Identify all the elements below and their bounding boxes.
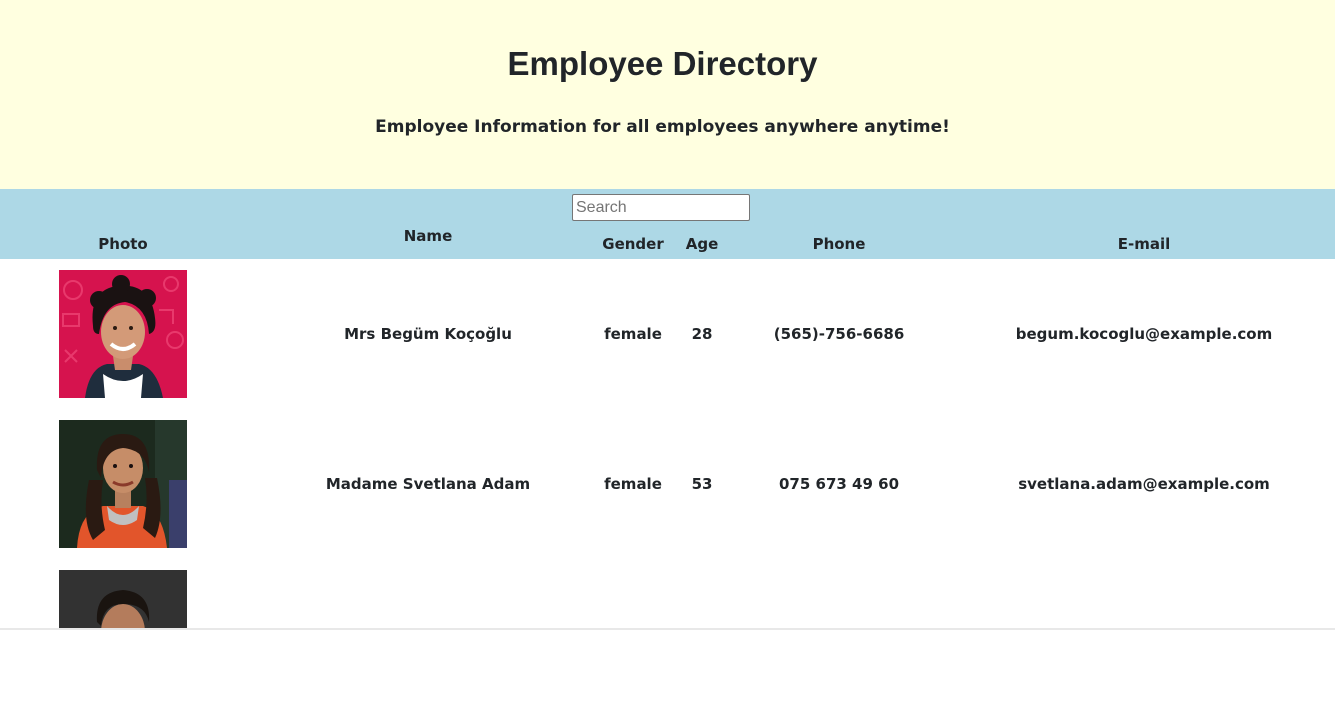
table-row: Mrs Begüm Koçoğlu female 28 (565)-756-66… [0,259,1335,409]
employee-email: svetlana.adam@example.com [1018,475,1270,493]
employee-photo [59,420,187,548]
column-header-photo[interactable]: Photo [98,235,147,253]
table-row [0,559,1335,709]
employee-age: 53 [691,475,713,493]
column-header-name[interactable]: Name [404,227,452,245]
page-subtitle: Employee Information for all employees a… [375,117,950,137]
employee-photo [59,570,187,630]
column-header-email[interactable]: E-mail [1118,235,1171,253]
employee-age: 28 [691,325,713,343]
column-header-phone[interactable]: Phone [813,235,866,253]
search-input[interactable] [572,194,750,221]
employee-phone: 075 673 49 60 [778,475,900,493]
employee-photo [59,270,187,398]
employee-gender: female [604,325,662,343]
employee-name: Madame Svetlana Adam [325,475,531,493]
employee-name: Mrs Begüm Koçoğlu [344,325,512,343]
employee-email: begum.kocoglu@example.com [1015,325,1273,343]
column-header-age[interactable]: Age [686,235,719,253]
employee-phone: (565)-756-6686 [773,325,905,343]
table-row: Madame Svetlana Adam female 53 075 673 4… [0,409,1335,559]
page-title: Employee Directory [507,45,818,82]
column-header-gender[interactable]: Gender [602,235,663,253]
page-header: Employee Directory Employee Information … [0,0,1335,189]
table-header: Photo Name Gender Age Phone E-mail [0,189,1335,259]
employee-gender: female [604,475,662,493]
